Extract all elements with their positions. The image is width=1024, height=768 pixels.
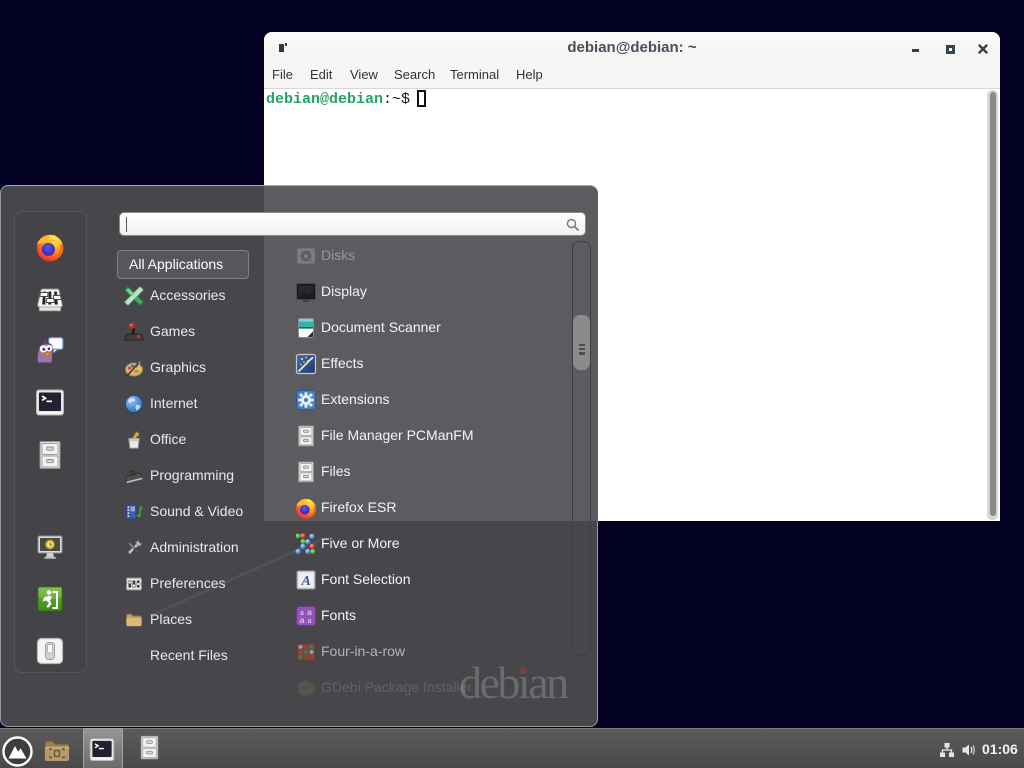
svg-text:A: A (301, 574, 311, 589)
svg-text:a: a (300, 615, 305, 625)
svg-text:a: a (308, 615, 312, 625)
